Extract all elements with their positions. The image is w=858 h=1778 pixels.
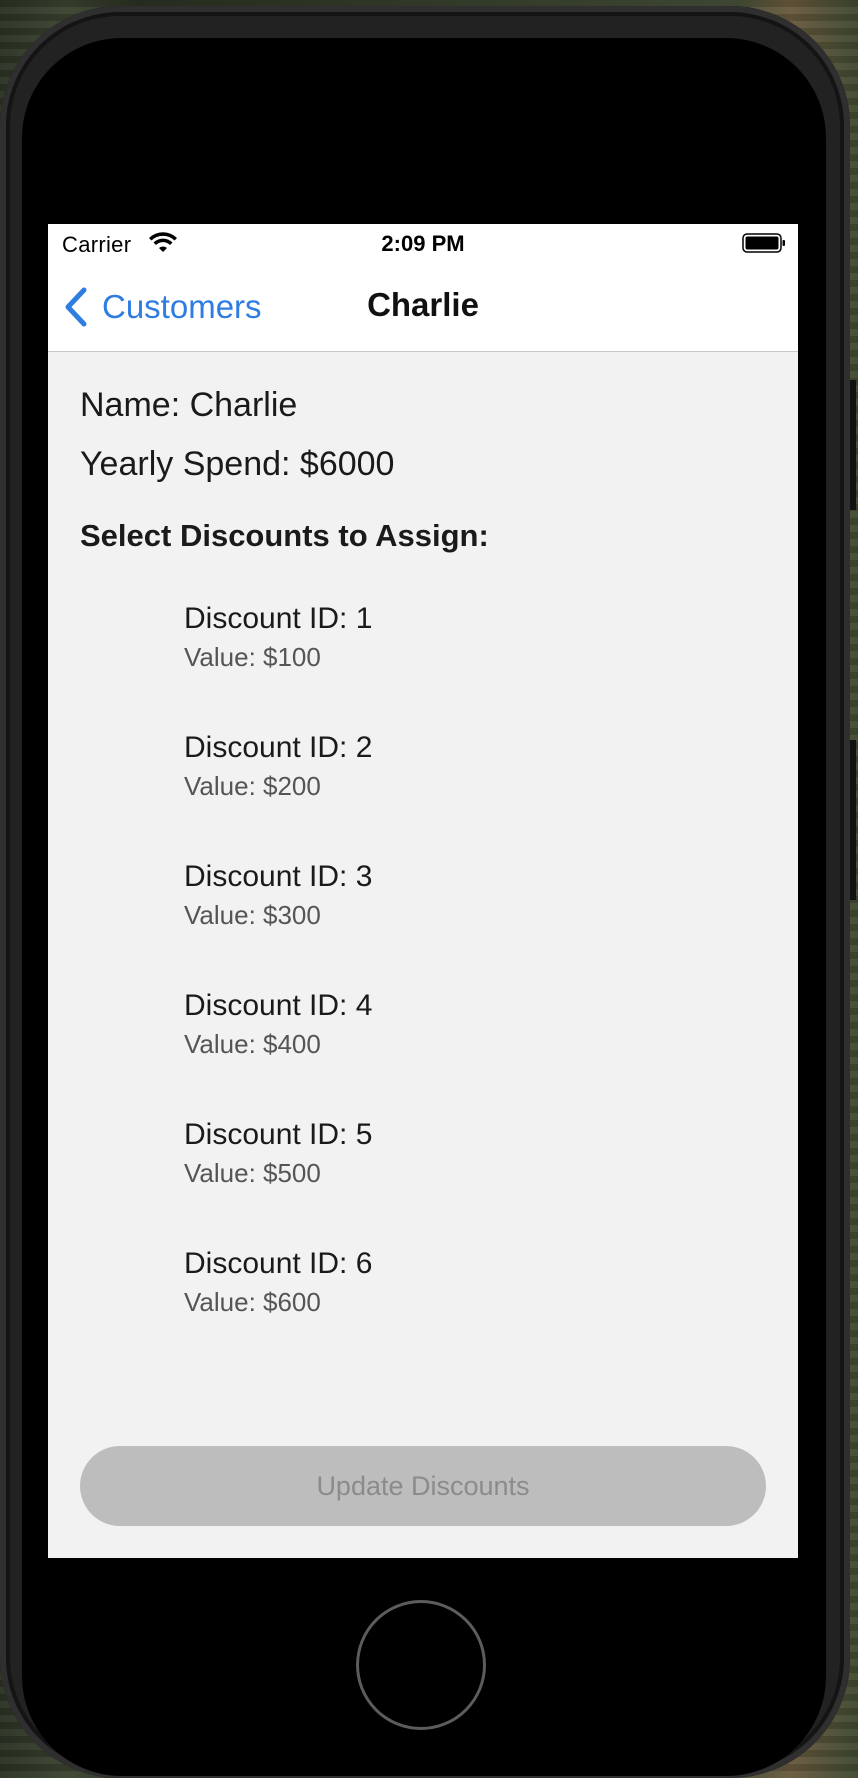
discount-item[interactable]: Discount ID: 3 Value: $300 xyxy=(48,860,798,989)
status-bar: Carrier 2:09 PM xyxy=(48,224,798,264)
discount-item[interactable]: Discount ID: 4 Value: $400 xyxy=(48,989,798,1118)
discount-title: Discount ID: 1 xyxy=(184,602,373,635)
navigation-bar: Customers Charlie xyxy=(48,264,798,352)
discounts-heading: Select Discounts to Assign: xyxy=(80,518,489,553)
customer-yearly-spend: Yearly Spend: $6000 xyxy=(80,445,395,483)
discount-title: Discount ID: 2 xyxy=(184,731,373,764)
discount-title: Discount ID: 5 xyxy=(184,1118,373,1151)
discount-title: Discount ID: 3 xyxy=(184,860,373,893)
discount-value: Value: $500 xyxy=(184,1158,321,1188)
app-screen: Carrier 2:09 PM Customers Charlie Name: … xyxy=(48,224,798,1558)
side-button xyxy=(850,740,856,900)
discount-title: Discount ID: 6 xyxy=(184,1247,373,1280)
discount-value: Value: $100 xyxy=(184,642,321,672)
discount-item[interactable]: Discount ID: 5 Value: $500 xyxy=(48,1118,798,1247)
update-discounts-button[interactable]: Update Discounts xyxy=(80,1446,766,1526)
discount-value: Value: $300 xyxy=(184,900,321,930)
page-title: Charlie xyxy=(367,286,479,323)
discount-value: Value: $600 xyxy=(184,1287,321,1317)
discount-value: Value: $200 xyxy=(184,771,321,801)
status-time: 2:09 PM xyxy=(381,231,465,256)
discount-item[interactable]: Discount ID: 1 Value: $100 xyxy=(48,602,798,731)
customer-detail: Name: Charlie Yearly Spend: $6000 Select… xyxy=(48,352,798,1558)
customer-name: Name: Charlie xyxy=(80,386,298,424)
battery-full-icon xyxy=(742,233,785,253)
discount-item[interactable]: Discount ID: 6 Value: $600 xyxy=(48,1247,798,1376)
side-button xyxy=(850,380,856,510)
home-button[interactable] xyxy=(356,1600,486,1730)
discount-item[interactable]: Discount ID: 2 Value: $200 xyxy=(48,731,798,860)
discount-list: Discount ID: 1 Value: $100 Discount ID: … xyxy=(48,602,798,1376)
discount-value: Value: $400 xyxy=(184,1029,321,1059)
discount-title: Discount ID: 4 xyxy=(184,989,373,1022)
